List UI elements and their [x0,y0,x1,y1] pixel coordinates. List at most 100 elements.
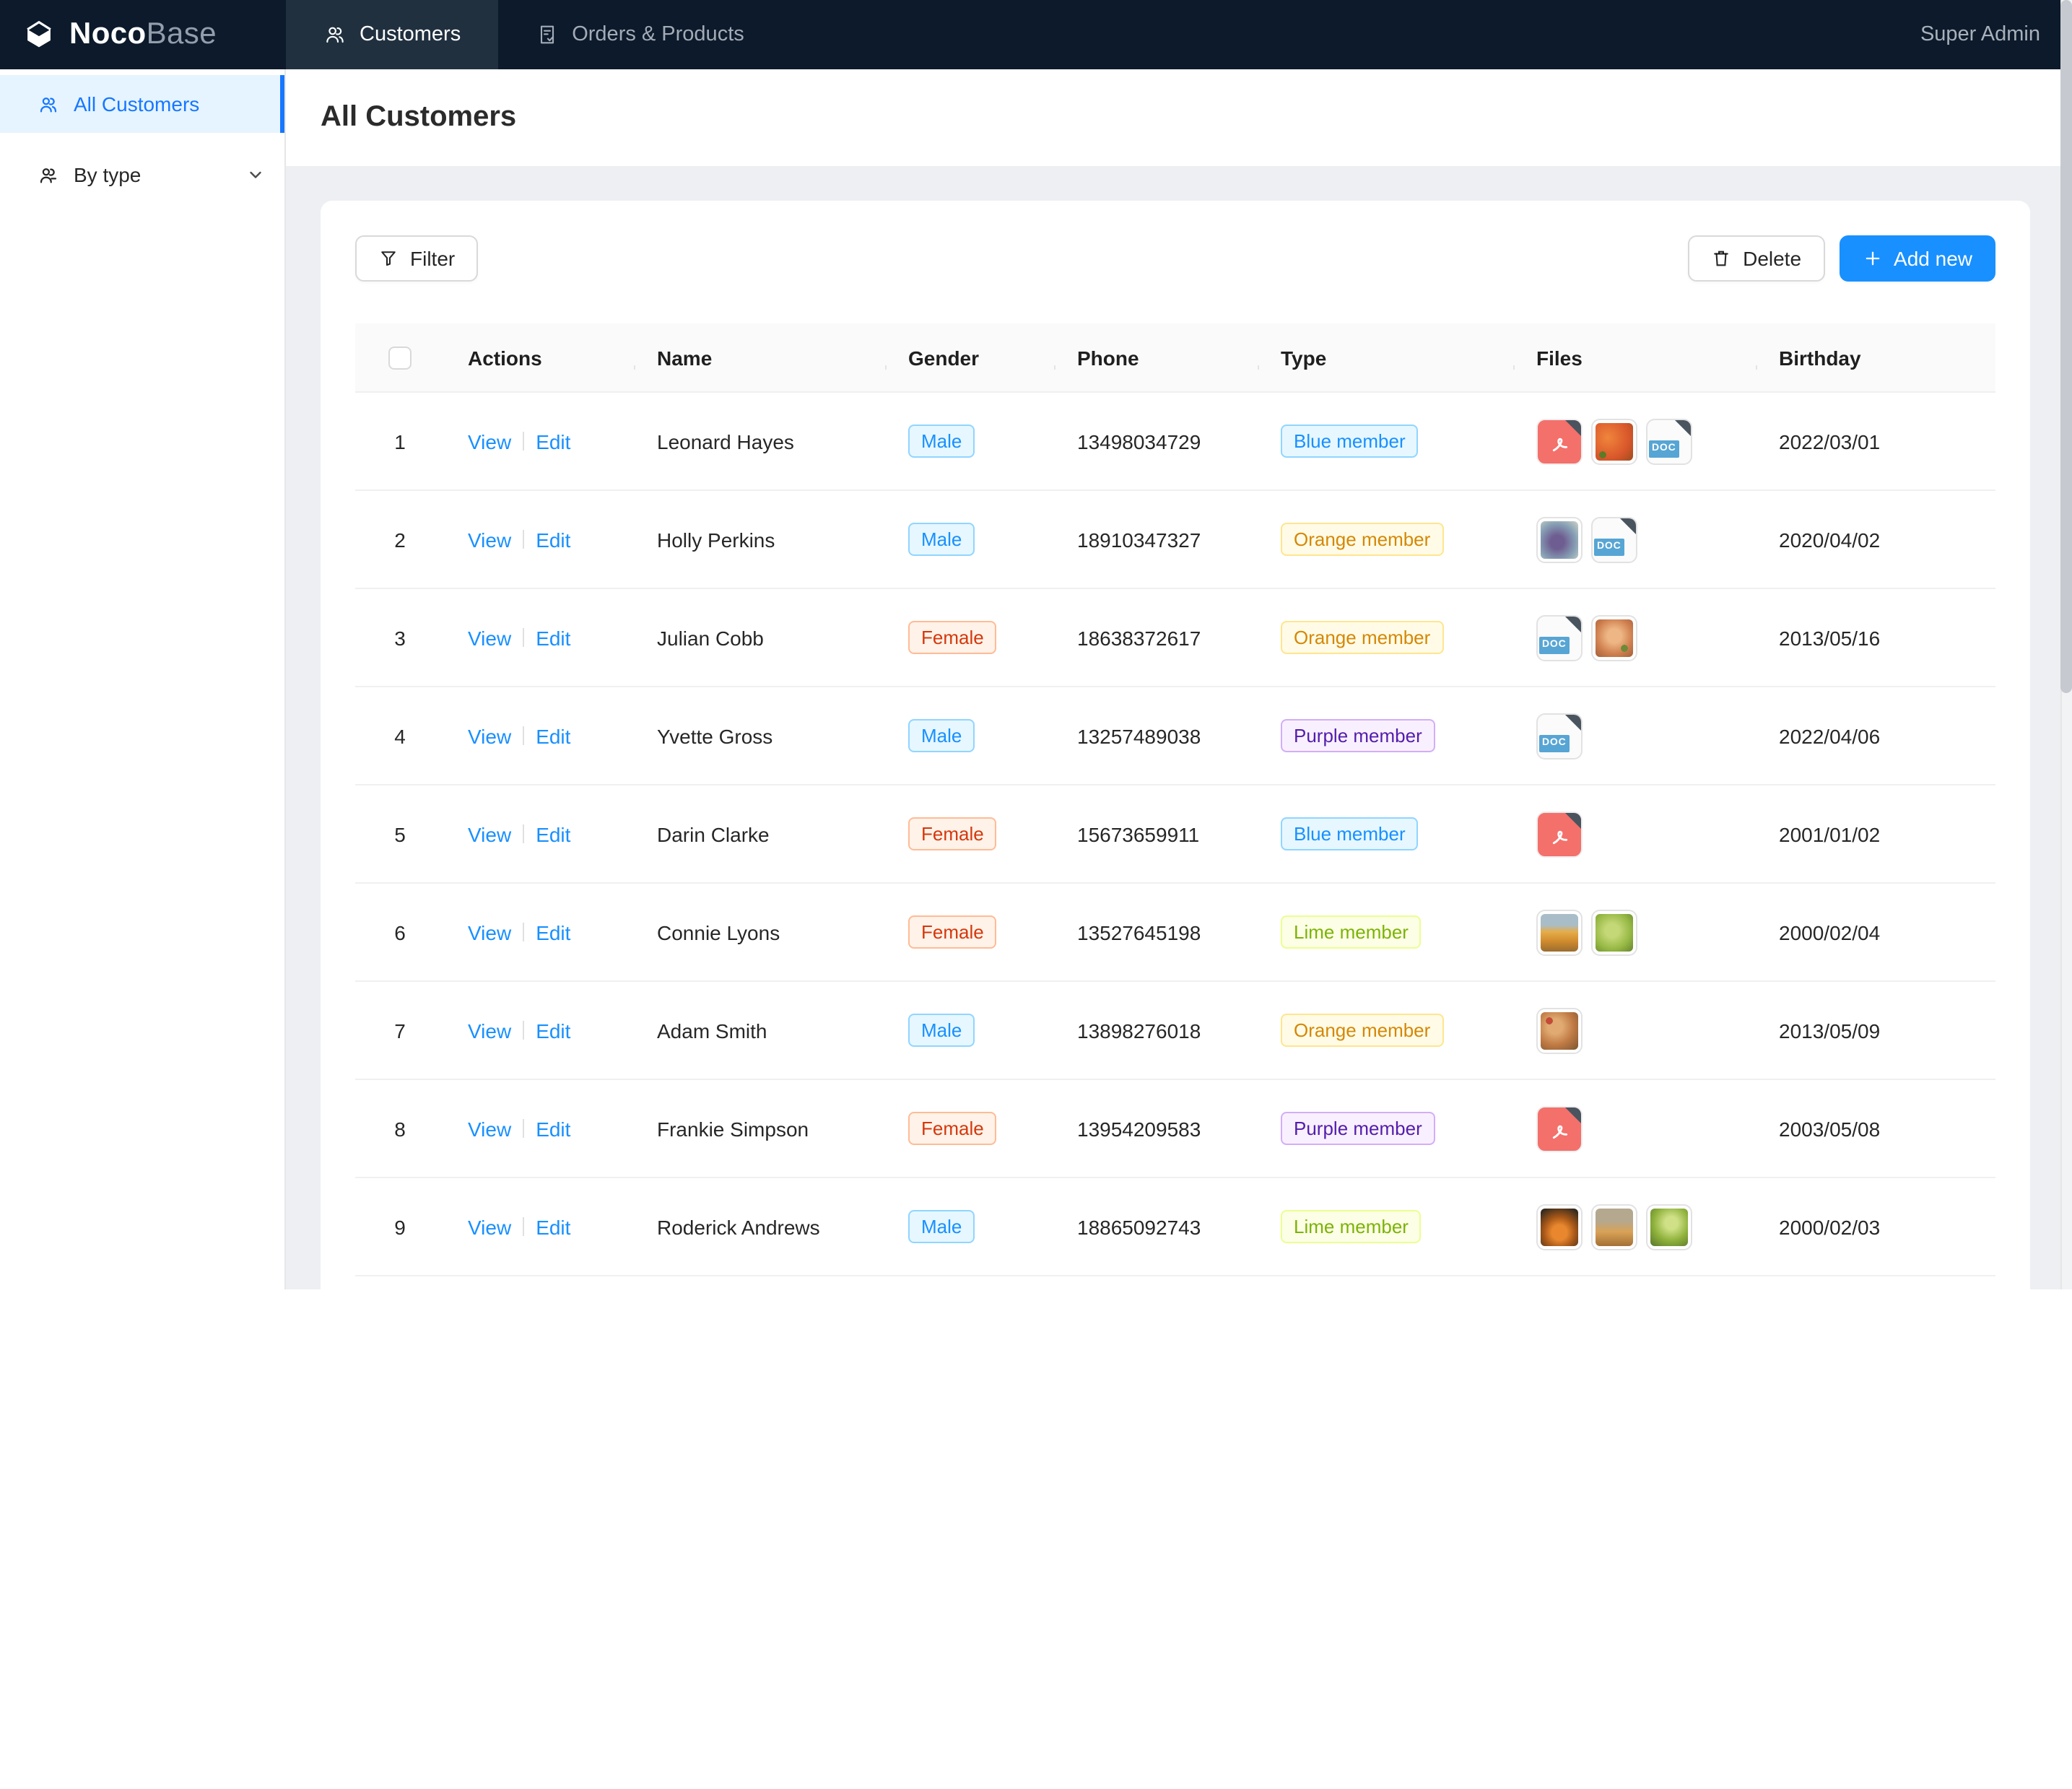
scrollbar-thumb[interactable] [2060,0,2072,693]
view-link[interactable]: View [468,430,511,453]
customer-name: Leonard Hayes [657,430,794,453]
row-index: 1 [394,430,406,453]
edit-link[interactable]: Edit [536,626,570,649]
view-link[interactable]: View [468,626,511,649]
add-new-button[interactable]: Add new [1839,235,1995,282]
cube-logo-icon [20,16,58,53]
edit-link[interactable]: Edit [536,1019,570,1042]
user-menu[interactable]: Super Admin [1920,23,2040,46]
gender-tag: Female [908,621,997,654]
nocobase-logo[interactable]: NocoBase [0,0,286,69]
phone-value: 15673659911 [1077,822,1199,845]
image-thumbnail[interactable] [1536,1007,1583,1053]
birthday-value: 2013/05/16 [1779,626,1880,649]
type-tag: Lime member [1281,915,1422,949]
sidebar-item-by-type[interactable]: By type [0,146,284,204]
table-row: 3 ViewEdit Julian Cobb Female 1863837261… [355,589,1995,687]
tab-customers[interactable]: Customers [286,0,498,69]
action-divider [523,432,524,450]
table-header-row: Actions Name Gender Phone Type Files Bir… [355,323,1995,393]
sidebar: All Customers By type [0,69,286,1289]
view-link[interactable]: View [468,920,511,944]
edit-link[interactable]: Edit [536,920,570,944]
delete-label: Delete [1743,247,1801,270]
row-actions: View Edit [445,430,634,453]
table-row: 6 ViewEdit Connie Lyons Female 135276451… [355,884,1995,982]
edit-link[interactable]: Edit [536,822,570,845]
delete-button[interactable]: Delete [1688,235,1824,282]
chevron-down-icon [247,166,264,183]
edit-link[interactable]: Edit [536,528,570,551]
type-tag: Blue member [1281,817,1419,850]
gender-tag: Male [908,425,975,458]
filter-button[interactable]: Filter [355,235,478,282]
image-thumbnail[interactable] [1591,418,1637,464]
view-link[interactable]: View [468,1215,511,1238]
image-thumbnail[interactable] [1536,516,1583,562]
view-link[interactable]: View [468,1019,511,1042]
image-thumbnail[interactable] [1591,909,1637,955]
row-actions: View Edit [445,626,634,649]
edit-link[interactable]: Edit [536,1215,570,1238]
folded-corner [1564,614,1583,633]
phone-value: 13527645198 [1077,920,1201,944]
pdf-file-icon[interactable] [1536,811,1583,857]
customer-name: Darin Clarke [657,822,770,845]
column-header-birthday: Birthday [1756,346,1938,369]
users-icon [38,93,59,115]
table-row: 8 ViewEdit Frankie Simpson Female 139542… [355,1080,1995,1178]
tab-orders-products[interactable]: Orders & Products [498,0,782,69]
edit-link[interactable]: Edit [536,1117,570,1140]
files-list [1536,811,1583,857]
row-index: 3 [394,626,406,649]
doc-file-icon[interactable]: DOC [1536,713,1583,759]
phone-value: 13954209583 [1077,1117,1201,1140]
view-link[interactable]: View [468,528,511,551]
row-index: 5 [394,822,406,845]
phone-value: 13898276018 [1077,1019,1201,1042]
image-thumbnail[interactable] [1591,614,1637,661]
files-list: DOC [1536,418,1692,464]
select-all-checkbox[interactable] [388,346,412,369]
image-thumbnail[interactable] [1536,1203,1583,1250]
files-list: DOC [1536,516,1637,562]
phone-value: 18638372617 [1077,626,1201,649]
add-new-label: Add new [1894,247,1972,270]
birthday-value: 2001/01/02 [1779,822,1880,845]
edit-link[interactable]: Edit [536,430,570,453]
customer-name: Frankie Simpson [657,1117,809,1140]
top-nav: NocoBase Customers Orders & Products Sup… [0,0,2072,69]
doc-file-icon[interactable]: DOC [1536,614,1583,661]
doc-file-icon[interactable]: DOC [1591,516,1637,562]
image-thumbnail[interactable] [1646,1203,1692,1250]
birthday-value: 2022/04/06 [1779,724,1880,747]
edit-link[interactable]: Edit [536,724,570,747]
view-link[interactable]: View [468,1117,511,1140]
sidebar-item-all-customers[interactable]: All Customers [0,75,284,133]
pdf-file-icon[interactable] [1536,1105,1583,1152]
nocobase-app: NocoBase Customers Orders & Products Sup… [0,0,2072,1289]
table-row: 1 ViewEdit Leonard Hayes Male 1349803472… [355,393,1995,491]
column-header-type: Type [1258,346,1513,369]
type-tag: Blue member [1281,425,1419,458]
image-thumbnail[interactable] [1591,1203,1637,1250]
filter-label: Filter [410,247,455,270]
action-divider [523,923,524,941]
gender-tag: Female [908,915,997,949]
gender-tag: Male [908,523,975,556]
doc-file-icon[interactable]: DOC [1646,418,1692,464]
action-divider [523,530,524,549]
view-link[interactable]: View [468,822,511,845]
view-link[interactable]: View [468,724,511,747]
image-thumbnail[interactable] [1536,909,1583,955]
doc-label: DOC [1539,734,1570,752]
row-actions: View Edit [445,822,634,845]
pdf-file-icon[interactable] [1536,418,1583,464]
files-list: DOC [1536,614,1637,661]
folded-corner [1673,418,1692,437]
files-list [1536,909,1637,955]
phone-value: 18865092743 [1077,1215,1201,1238]
column-header-files: Files [1513,346,1756,369]
row-actions: View Edit [445,528,634,551]
table-row: 9 ViewEdit Roderick Andrews Male 1886509… [355,1178,1995,1276]
